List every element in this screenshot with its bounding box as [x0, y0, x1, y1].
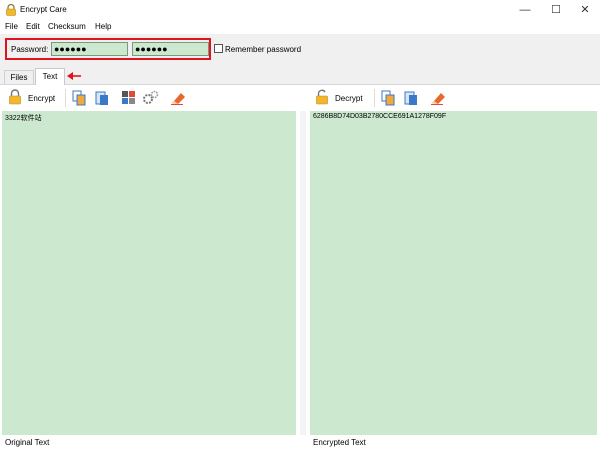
- close-button[interactable]: ✕: [570, 0, 600, 20]
- encrypt-lock-icon[interactable]: [8, 89, 22, 105]
- minimize-button[interactable]: —: [510, 0, 540, 20]
- red-arrow-icon: [67, 72, 81, 80]
- panel-splitter[interactable]: [300, 111, 306, 435]
- password-label: Password:: [11, 45, 49, 54]
- original-text-caption: Original Text: [5, 438, 50, 447]
- toolbar-separator: [374, 89, 375, 107]
- password-confirm-input[interactable]: ●●●●●●: [132, 42, 209, 56]
- grid-icon[interactable]: [121, 90, 136, 105]
- encrypt-button[interactable]: Encrypt: [28, 94, 55, 103]
- remember-password-checkbox[interactable]: [214, 44, 223, 53]
- original-text-area[interactable]: 3322软件站: [2, 111, 296, 435]
- eraser-icon[interactable]: [430, 90, 446, 105]
- eraser-icon[interactable]: [170, 90, 186, 105]
- window-title: Encrypt Care: [20, 5, 67, 14]
- remember-password-label: Remember password: [225, 45, 302, 54]
- decrypt-button[interactable]: Decrypt: [335, 94, 363, 103]
- toolbar-separator: [65, 89, 66, 107]
- menu-checksum[interactable]: Checksum: [48, 22, 86, 31]
- menu-bar: [0, 20, 600, 34]
- paste-icon[interactable]: [95, 90, 109, 106]
- encrypted-text-caption: Encrypted Text: [313, 438, 366, 447]
- menu-edit[interactable]: Edit: [26, 22, 40, 31]
- settings-gears-icon[interactable]: [143, 90, 159, 105]
- app-lock-icon: [6, 4, 16, 16]
- paste-icon[interactable]: [404, 90, 418, 106]
- decrypt-unlock-icon[interactable]: [315, 89, 329, 105]
- password-input[interactable]: ●●●●●●: [51, 42, 128, 56]
- copy-icon[interactable]: [381, 90, 395, 106]
- encrypted-text-area[interactable]: 6286B8D74D03B2780CCE691A1278F09F: [310, 111, 597, 435]
- copy-icon[interactable]: [72, 90, 86, 106]
- tab-text[interactable]: Text: [35, 68, 65, 85]
- tab-files[interactable]: Files: [4, 70, 34, 84]
- menu-file[interactable]: File: [5, 22, 18, 31]
- menu-help[interactable]: Help: [95, 22, 111, 31]
- maximize-button[interactable]: ☐: [541, 0, 571, 20]
